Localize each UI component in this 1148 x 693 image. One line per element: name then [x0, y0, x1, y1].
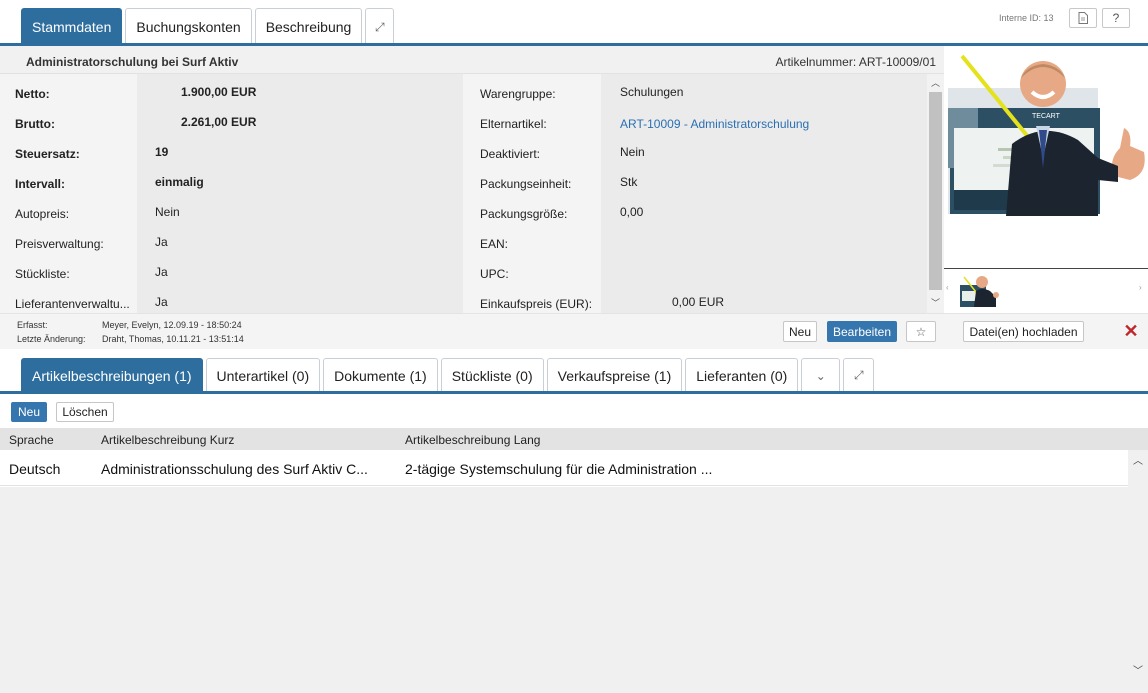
changed-value: Draht, Thomas, 10.11.21 - 13:51:14	[102, 334, 244, 344]
column-header[interactable]: Sprache	[9, 433, 54, 447]
product-image[interactable]: TECART	[948, 48, 1147, 216]
grid-delete-button[interactable]: Löschen	[56, 402, 114, 422]
grid-new-button[interactable]: Neu	[11, 402, 47, 422]
tab-stueckliste[interactable]: Stückliste (0)	[440, 358, 544, 392]
field-row: Brutto: 2.261,00 EUR Elternartikel: ART-…	[0, 106, 944, 136]
grid-header: Sprache Artikelbeschreibung Kurz Artikel…	[0, 428, 1148, 450]
chevron-down-icon[interactable]: ⌄	[801, 358, 841, 392]
svg-text:TECART: TECART	[1032, 113, 1061, 120]
field-row: Netto: 1.900,00 EUR Warengruppe: Schulun…	[0, 76, 944, 106]
expand-icon[interactable]: ⤢	[365, 8, 395, 45]
internal-id: Interne ID: 13	[999, 13, 1054, 23]
field-label: Intervall:	[15, 177, 66, 191]
panel-scroll-thumb[interactable]	[929, 92, 942, 290]
article-number: Artikelnummer: ART-10009/01	[775, 55, 936, 69]
table-cell: Deutsch	[9, 461, 61, 477]
field-label: Einkaufspreis (EUR):	[480, 297, 593, 311]
field-value: Stk	[620, 175, 638, 189]
field-value: 2.261,00 EUR	[181, 115, 257, 129]
table-row[interactable]: Deutsch Administrationsschulung des Surf…	[0, 450, 1128, 486]
detail-tabs: Artikelbeschreibungen (1) Unterartikel (…	[21, 358, 875, 392]
field-value: 0,00	[620, 205, 644, 219]
table-cell: 2-tägige Systemschulung für die Administ…	[405, 461, 713, 477]
changed-label: Letzte Änderung:	[17, 334, 86, 344]
tab-artikelbeschreibungen[interactable]: Artikelbeschreibungen (1)	[21, 358, 203, 392]
field-label: Steuersatz:	[15, 147, 80, 161]
field-value: Nein	[155, 205, 180, 219]
field-value: Ja	[155, 295, 168, 309]
new-button[interactable]: Neu	[783, 321, 817, 342]
field-label: EAN:	[480, 237, 509, 251]
column-header[interactable]: Artikelbeschreibung Kurz	[101, 433, 234, 447]
thumbnail-strip: ‹ ›	[944, 268, 1148, 313]
field-value: Ja	[155, 235, 168, 249]
document-icon[interactable]	[1069, 8, 1097, 28]
field-label: Stückliste:	[15, 267, 70, 281]
parent-article-link[interactable]: ART-10009 - Administratorschulung	[620, 117, 809, 131]
stammdaten-panel: Administratorschulung bei Surf Aktiv Art…	[0, 46, 944, 313]
field-label: Packungsgröße:	[480, 207, 568, 221]
detail-tab-underline	[0, 391, 1148, 394]
edit-button[interactable]: Bearbeiten	[827, 321, 897, 342]
grid-empty-area	[0, 487, 1128, 693]
scroll-up-icon[interactable]: ︿	[931, 76, 940, 89]
field-label: Elternartikel:	[480, 117, 547, 131]
field-label: Packungseinheit:	[480, 177, 572, 191]
created-value: Meyer, Evelyn, 12.09.19 - 18:50:24	[102, 320, 242, 330]
field-label: Netto:	[15, 87, 50, 101]
scroll-down-icon[interactable]: ﹀	[1133, 662, 1143, 677]
expand-icon[interactable]: ⤢	[843, 358, 875, 392]
field-value: Schulungen	[620, 85, 684, 99]
field-row: Autopreis: Nein Packungsgröße: 0,00	[0, 196, 944, 226]
field-row: Lieferantenverwaltu... Ja Einkaufspreis …	[0, 286, 944, 316]
column-header[interactable]: Artikelbeschreibung Lang	[405, 433, 540, 447]
field-value: 19	[155, 145, 169, 159]
help-button[interactable]: ?	[1102, 8, 1130, 28]
meta-bar: Erfasst: Meyer, Evelyn, 12.09.19 - 18:50…	[0, 313, 1148, 349]
panel-header: Administratorschulung bei Surf Aktiv Art…	[0, 46, 944, 74]
tab-dokumente[interactable]: Dokumente (1)	[323, 358, 438, 392]
close-icon[interactable]: ✕	[1123, 322, 1139, 340]
tab-beschreibung[interactable]: Beschreibung	[254, 8, 363, 45]
field-label: Deaktiviert:	[480, 147, 541, 161]
tab-stammdaten[interactable]: Stammdaten	[21, 8, 123, 45]
tab-verkaufspreise[interactable]: Verkaufspreise (1)	[546, 358, 683, 392]
field-row: Preisverwaltung: Ja EAN:	[0, 226, 944, 256]
table-cell: Administrationsschulung des Surf Aktiv C…	[101, 461, 368, 477]
field-value: Ja	[155, 265, 168, 279]
thumbnail-image[interactable]	[960, 273, 1000, 308]
field-row: Intervall: einmalig Packungseinheit: Stk	[0, 166, 944, 196]
top-tabs: Stammdaten Buchungskonten Beschreibung ⤢	[21, 8, 395, 45]
field-row: Steuersatz: 19 Deaktiviert: Nein	[0, 136, 944, 166]
tab-lieferanten[interactable]: Lieferanten (0)	[685, 358, 799, 392]
upload-files-button[interactable]: Datei(en) hochladen	[963, 321, 1084, 342]
field-value: Nein	[620, 145, 645, 159]
thumb-prev-icon[interactable]: ‹	[946, 283, 949, 292]
field-value: 0,00 EUR	[672, 295, 725, 309]
field-value: einmalig	[155, 175, 204, 189]
thumb-next-icon[interactable]: ›	[1139, 283, 1142, 292]
scroll-up-icon[interactable]: ︿	[1133, 452, 1143, 467]
field-label: Warengruppe:	[480, 87, 556, 101]
field-value: 1.900,00 EUR	[181, 85, 257, 99]
scroll-down-icon[interactable]: ﹀	[931, 296, 940, 309]
article-title: Administratorschulung bei Surf Aktiv	[26, 55, 239, 69]
tab-buchungskonten[interactable]: Buchungskonten	[125, 8, 252, 45]
field-label: Lieferantenverwaltu...	[15, 297, 130, 311]
tab-unterartikel[interactable]: Unterartikel (0)	[205, 358, 321, 392]
field-row: Stückliste: Ja UPC:	[0, 256, 944, 286]
grid-scrollbar[interactable]: ︿ ﹀	[1128, 450, 1148, 693]
created-label: Erfasst:	[17, 320, 48, 330]
field-label: Autopreis:	[15, 207, 70, 221]
field-label: UPC:	[480, 267, 509, 281]
field-label: Preisverwaltung:	[15, 237, 104, 251]
field-label: Brutto:	[15, 117, 55, 131]
star-icon[interactable]: ☆	[906, 321, 936, 342]
top-tab-bar: Stammdaten Buchungskonten Beschreibung ⤢…	[0, 0, 1148, 46]
